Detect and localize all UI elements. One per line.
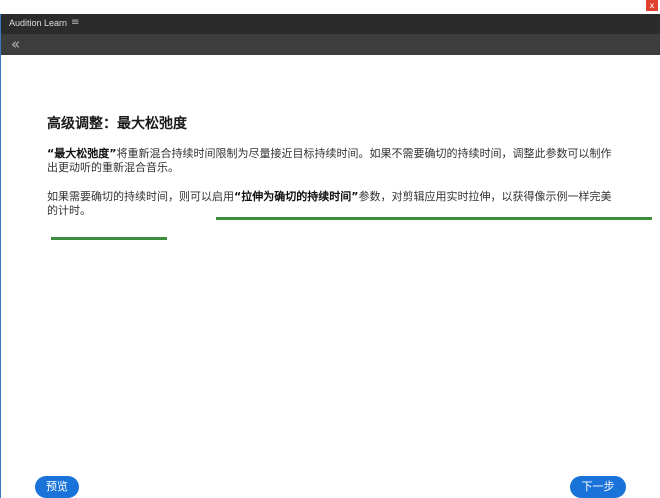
paragraph-max-slack-text: 将重新混合持续时间限制为尽量接近目标持续时间。如果不需要确切的持续时间，调整此参… bbox=[47, 147, 612, 174]
next-step-button[interactable]: 下一步 bbox=[570, 476, 626, 498]
app-title: Audition Learn bbox=[9, 18, 68, 28]
term-max-slack: “最大松弛度” bbox=[47, 147, 117, 160]
close-button[interactable]: x bbox=[646, 0, 658, 11]
highlight-underline-1 bbox=[216, 217, 652, 220]
nav-bar: « bbox=[0, 34, 660, 55]
top-strip: x bbox=[0, 0, 660, 14]
paragraph-exact-duration-start: 如果需要确切的持续时间，则可以启用 bbox=[47, 190, 234, 203]
lesson-content: 高级调整：最大松弛度 “最大松弛度”将重新混合持续时间限制为尽量接近目标持续时间… bbox=[0, 55, 660, 498]
close-icon: x bbox=[649, 1, 655, 10]
lesson-heading: 高级调整：最大松弛度 bbox=[47, 116, 187, 132]
highlight-underline-2 bbox=[51, 237, 167, 240]
title-bar: Audition Learn ≡ bbox=[0, 14, 660, 34]
paragraph-max-slack: “最大松弛度”将重新混合持续时间限制为尽量接近目标持续时间。如果不需要确切的持续… bbox=[47, 147, 617, 175]
paragraph-exact-duration: 如果需要确切的持续时间，则可以启用“拉伸为确切的持续时间”参数，对剪辑应用实时拉… bbox=[47, 190, 617, 218]
hamburger-menu-icon[interactable]: ≡ bbox=[71, 17, 79, 28]
term-stretch-exact-duration: “拉伸为确切的持续时间” bbox=[234, 190, 359, 203]
double-chevron-left-icon[interactable]: « bbox=[11, 35, 20, 53]
preview-button[interactable]: 预览 bbox=[35, 476, 79, 498]
